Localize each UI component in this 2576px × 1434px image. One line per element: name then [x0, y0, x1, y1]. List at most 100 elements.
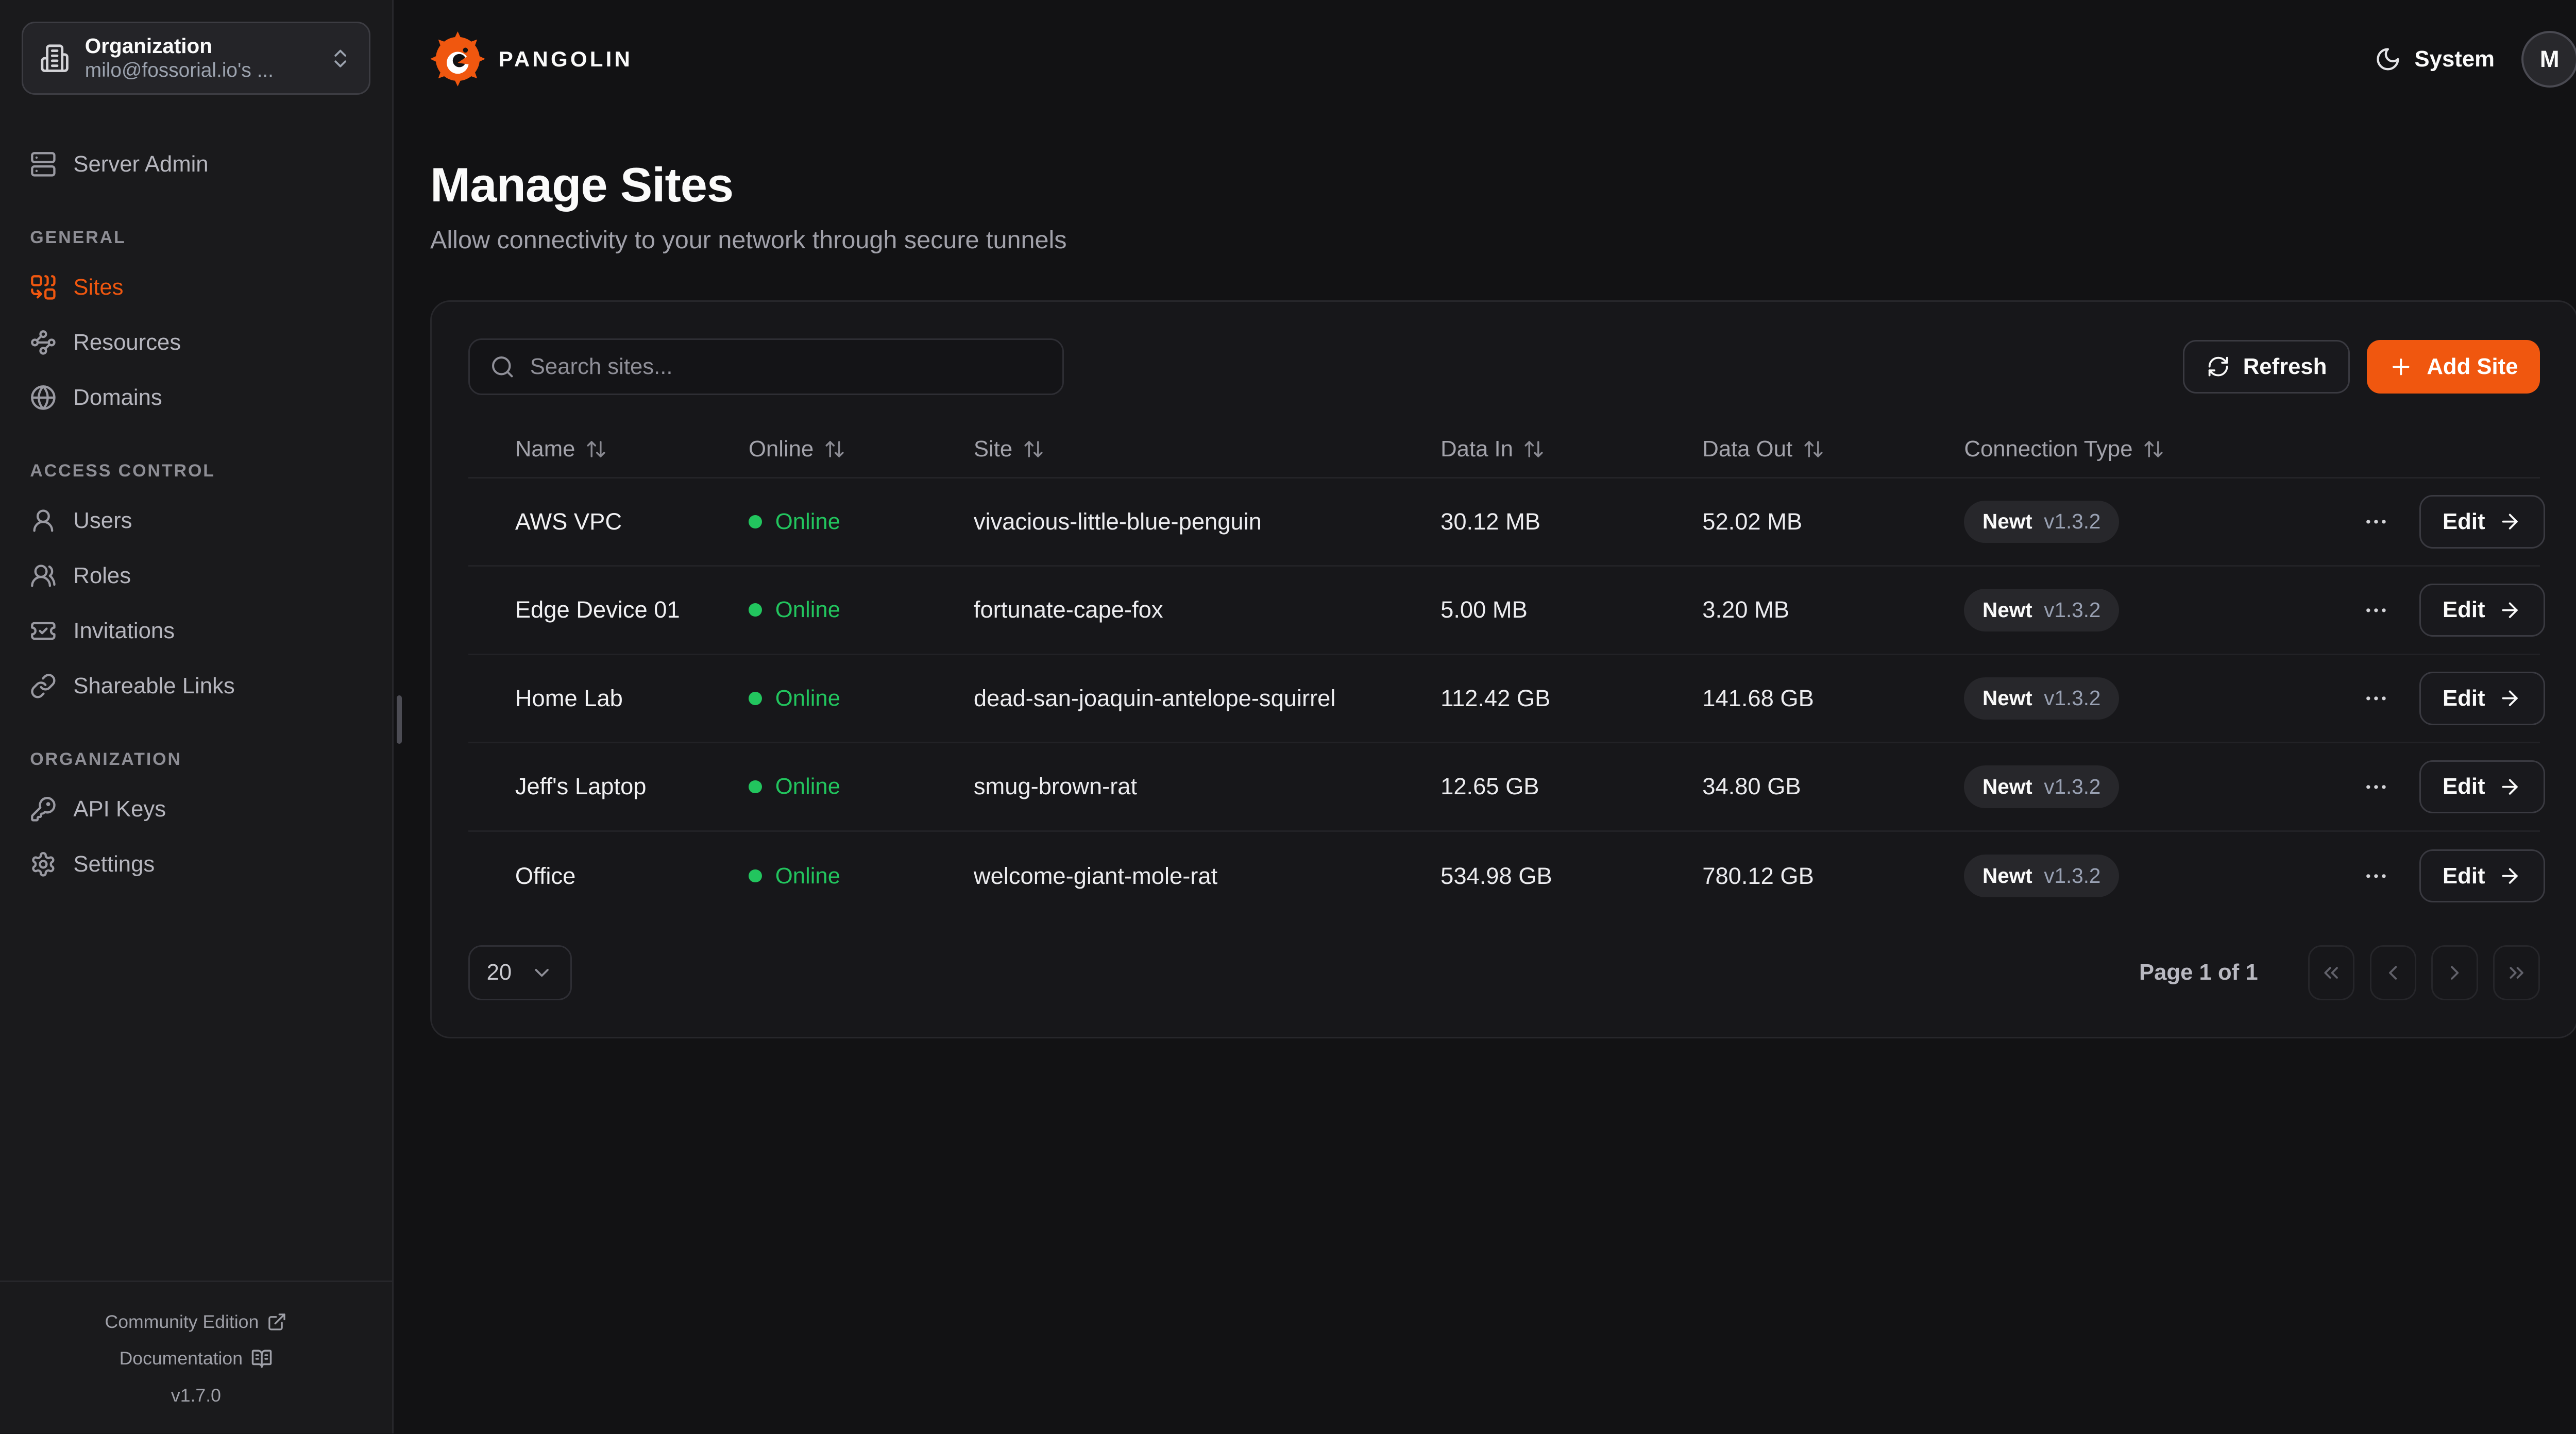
column-header-connection-type[interactable]: Connection Type: [1964, 436, 2359, 462]
sort-icon: [1803, 438, 1824, 460]
next-page-button[interactable]: [2431, 945, 2478, 1000]
pagination: 20 Page 1 of 1: [468, 945, 2539, 1000]
sidebar: Organization milo@fossorial.io's ... Ser…: [0, 0, 394, 1433]
add-site-button[interactable]: Add Site: [2367, 340, 2540, 394]
moon-icon: [2375, 46, 2401, 73]
table-row: Edge Device 01 Online fortunate-cape-fox…: [468, 567, 2539, 655]
status-badge: Online: [749, 774, 974, 799]
site-slug: welcome-giant-mole-rat: [974, 863, 1440, 890]
site-name: Jeff's Laptop: [515, 773, 749, 800]
row-menu-button[interactable]: [2359, 505, 2393, 539]
site-name: Edge Device 01: [515, 596, 749, 623]
search-input[interactable]: [530, 354, 1042, 380]
page-title: Manage Sites: [430, 162, 2576, 209]
server-icon: [30, 151, 57, 178]
prev-page-button[interactable]: [2370, 945, 2417, 1000]
users-icon: [30, 562, 57, 589]
theme-toggle[interactable]: System: [2375, 46, 2495, 73]
row-menu-button[interactable]: [2359, 682, 2393, 715]
avatar[interactable]: M: [2521, 31, 2576, 88]
row-menu-button[interactable]: [2359, 859, 2393, 893]
arrow-right-icon: [2498, 687, 2521, 710]
data-in-value: 534.98 GB: [1440, 863, 1702, 890]
sidebar-item-label: Settings: [73, 851, 155, 877]
user-icon: [30, 507, 57, 534]
column-header-name[interactable]: Name: [515, 436, 749, 462]
online-dot: [749, 780, 762, 794]
column-header-data-out[interactable]: Data Out: [1702, 436, 1964, 462]
org-selector[interactable]: Organization milo@fossorial.io's ...: [22, 22, 370, 95]
connection-type-badge: Newtv1.3.2: [1964, 765, 2119, 808]
page-size-select[interactable]: 20: [468, 945, 572, 1000]
column-header-online[interactable]: Online: [749, 436, 974, 462]
row-menu-button[interactable]: [2359, 770, 2393, 804]
edit-button[interactable]: Edit: [2419, 584, 2545, 637]
key-icon: [30, 796, 57, 823]
search-box[interactable]: [468, 338, 1063, 395]
globe-icon: [30, 384, 57, 411]
external-link-icon: [267, 1312, 287, 1332]
sidebar-resize-handle[interactable]: [397, 695, 402, 744]
sidebar-item-resources[interactable]: Resources: [22, 315, 370, 370]
edit-button[interactable]: Edit: [2419, 495, 2545, 549]
sidebar-item-label: Resources: [73, 330, 181, 355]
edit-button[interactable]: Edit: [2419, 672, 2545, 725]
sidebar-item-users[interactable]: Users: [22, 493, 370, 549]
connection-type-badge: Newtv1.3.2: [1964, 501, 2119, 543]
sidebar-item-label: Sites: [73, 275, 123, 300]
search-icon: [490, 354, 515, 380]
data-out-value: 3.20 MB: [1702, 596, 1964, 623]
arrow-right-icon: [2498, 864, 2521, 887]
book-open-icon: [251, 1348, 273, 1370]
documentation-link[interactable]: Documentation: [16, 1340, 375, 1377]
column-header-site[interactable]: Site: [974, 436, 1440, 462]
sidebar-item-api-keys[interactable]: API Keys: [22, 782, 370, 837]
refresh-button[interactable]: Refresh: [2183, 340, 2350, 394]
table-row: Office Online welcome-giant-mole-rat 534…: [468, 832, 2539, 920]
sidebar-item-domains[interactable]: Domains: [22, 370, 370, 425]
online-dot: [749, 515, 762, 528]
plus-icon: [2388, 354, 2414, 380]
edit-button[interactable]: Edit: [2419, 849, 2545, 903]
sidebar-item-label: Server Admin: [73, 151, 208, 177]
sidebar-item-invitations[interactable]: Invitations: [22, 603, 370, 658]
sidebar-item-label: Shareable Links: [73, 673, 234, 699]
site-slug: vivacious-little-blue-penguin: [974, 508, 1440, 535]
sites-card: Refresh Add Site Name: [430, 300, 2576, 1038]
sidebar-footer: Community Edition Documentation v1.7.0: [0, 1281, 392, 1434]
online-dot: [749, 692, 762, 705]
community-edition-link[interactable]: Community Edition: [16, 1304, 375, 1340]
sidebar-item-roles[interactable]: Roles: [22, 549, 370, 604]
connection-type-badge: Newtv1.3.2: [1964, 677, 2119, 720]
main-content: PANGOLIN System M Manage Sites Allow con…: [394, 0, 2576, 1433]
arrow-right-icon: [2498, 510, 2521, 533]
gear-icon: [30, 851, 57, 878]
row-menu-button[interactable]: [2359, 593, 2393, 627]
sidebar-heading-access-control: ACCESS CONTROL: [22, 449, 370, 493]
data-out-value: 141.68 GB: [1702, 685, 1964, 712]
column-header-data-in[interactable]: Data In: [1440, 436, 1702, 462]
last-page-button[interactable]: [2493, 945, 2540, 1000]
sidebar-item-label: Invitations: [73, 618, 175, 644]
data-in-value: 5.00 MB: [1440, 596, 1702, 623]
data-out-value: 780.12 GB: [1702, 863, 1964, 890]
first-page-button[interactable]: [2308, 945, 2355, 1000]
ellipsis-icon: [2363, 685, 2389, 712]
sort-icon: [2143, 438, 2164, 460]
status-badge: Online: [749, 597, 974, 623]
site-name: Home Lab: [515, 685, 749, 712]
site-slug: dead-san-joaquin-antelope-squirrel: [974, 685, 1440, 712]
edit-button[interactable]: Edit: [2419, 760, 2545, 814]
ellipsis-icon: [2363, 508, 2389, 535]
sidebar-nav: Server Admin GENERAL Sites Resources Do: [0, 117, 392, 1281]
brand-logo: PANGOLIN: [430, 31, 633, 87]
link-icon: [30, 673, 57, 699]
waypoints-icon: [30, 329, 57, 356]
sidebar-item-settings[interactable]: Settings: [22, 837, 370, 892]
ticket-check-icon: [30, 618, 57, 644]
chevron-right-icon: [2443, 961, 2466, 984]
sidebar-item-sites[interactable]: Sites: [22, 260, 370, 315]
sidebar-item-shareable-links[interactable]: Shareable Links: [22, 658, 370, 713]
data-in-value: 12.65 GB: [1440, 773, 1702, 800]
sidebar-item-server-admin[interactable]: Server Admin: [22, 136, 370, 192]
